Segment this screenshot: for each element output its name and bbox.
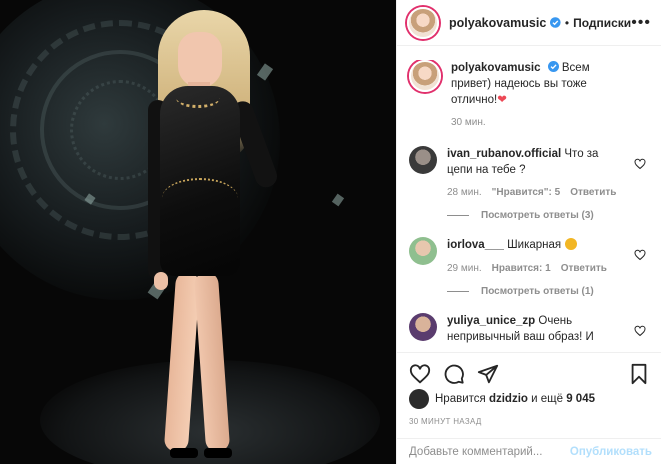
comments-list[interactable]: polyakovamusic Всем привет) надеюсь вы т… <box>397 60 661 352</box>
likes-prefix: Нравится <box>435 393 486 405</box>
liker-avatar[interactable] <box>409 389 429 409</box>
comment-item: iorlova___ Шикарная 29 мин. Нравится: 1 … <box>409 237 648 275</box>
heart-outline-icon[interactable] <box>634 249 646 261</box>
post-timestamp[interactable]: 30 МИНУТ НАЗАД <box>409 417 482 426</box>
caption-body: polyakovamusic Всем привет) надеюсь вы т… <box>451 60 629 130</box>
left-shoe <box>170 448 198 458</box>
commenter-avatar[interactable] <box>409 146 437 175</box>
stage-light <box>331 193 345 207</box>
red-heart-emoji: ❤ <box>497 94 507 107</box>
comment-time[interactable]: 29 мин. <box>447 262 482 276</box>
caption-meta: 30 мин. <box>451 116 629 130</box>
like-heart-icon[interactable] <box>409 363 431 385</box>
comment-likes[interactable]: Нравится: 1 <box>492 262 551 276</box>
left-hand <box>154 272 168 290</box>
comment-body: yuliya_unice_zp Очень непривычный ваш об… <box>447 313 625 345</box>
face <box>178 32 222 88</box>
view-replies-button[interactable]: Посмотреть ответы (1) <box>447 286 648 297</box>
comment-item: yuliya_unice_zp Очень непривычный ваш об… <box>409 312 648 345</box>
reply-button[interactable]: Ответить <box>570 186 616 200</box>
woman-figure <box>130 10 281 464</box>
right-leg <box>193 271 231 453</box>
likes-suffix: и ещё <box>531 393 563 405</box>
post-side-panel: polyakovamusic • Подписки ••• polyakovam… <box>396 0 661 464</box>
share-send-icon[interactable] <box>477 363 499 385</box>
commenter-avatar[interactable] <box>409 237 437 266</box>
likes-summary: Нравится dzidzio и ещё 9 045 <box>409 389 595 409</box>
comment-text: Шикарная <box>507 239 562 252</box>
author-username[interactable]: polyakovamusic <box>449 16 546 30</box>
comment-meta: 28 мин. "Нравится": 5 Ответить <box>447 186 625 200</box>
view-replies-button[interactable]: Посмотреть ответы (3) <box>447 210 648 221</box>
caption-username[interactable]: polyakovamusic <box>451 62 540 74</box>
heart-outline-icon[interactable] <box>634 158 646 170</box>
header-separator: • <box>564 15 570 30</box>
heart-eyes-emoji-icon <box>565 238 578 251</box>
right-shoe <box>204 448 232 458</box>
comment-body: iorlova___ Шикарная 29 мин. Нравится: 1 … <box>447 237 625 275</box>
liker-username[interactable]: dzidzio <box>489 393 528 405</box>
bookmark-icon[interactable] <box>628 363 650 385</box>
comment-item: ivan_rubanov.official Что за цепи на теб… <box>409 146 648 200</box>
comment-input[interactable] <box>409 445 570 458</box>
comment-body: ivan_rubanov.official Что за цепи на теб… <box>447 146 625 200</box>
following-button[interactable]: Подписки <box>573 16 631 30</box>
comment-likes[interactable]: "Нравится": 5 <box>492 186 561 200</box>
commenter-avatar[interactable] <box>409 312 437 341</box>
comment-bubble-icon[interactable] <box>443 363 465 385</box>
add-comment-bar: Опубликовать <box>397 438 661 464</box>
verified-badge-icon <box>547 61 559 72</box>
view-replies-label: Посмотреть ответы (1) <box>481 285 594 297</box>
comment-username[interactable]: yuliya_unice_zp <box>447 315 535 327</box>
post-photo[interactable] <box>0 0 396 464</box>
replies-line <box>447 290 469 292</box>
more-options-icon[interactable]: ••• <box>631 14 651 32</box>
publish-button[interactable]: Опубликовать <box>570 446 652 458</box>
heart-outline-icon[interactable] <box>634 325 646 337</box>
likes-count[interactable]: 9 045 <box>566 393 595 405</box>
necklace <box>176 88 220 108</box>
caption-avatar[interactable] <box>409 60 441 92</box>
replies-line <box>447 215 469 217</box>
caption-time[interactable]: 30 мин. <box>451 116 486 130</box>
verified-badge-icon <box>550 17 561 28</box>
comment-username[interactable]: ivan_rubanov.official <box>447 148 561 160</box>
comment-username[interactable]: iorlova___ <box>447 239 504 251</box>
caption: polyakovamusic Всем привет) надеюсь вы т… <box>409 60 648 130</box>
author-avatar[interactable] <box>407 6 439 39</box>
post-header: polyakovamusic • Подписки ••• <box>397 0 661 46</box>
comment-time[interactable]: 28 мин. <box>447 186 482 200</box>
view-replies-label: Посмотреть ответы (3) <box>481 210 594 222</box>
comment-meta: 29 мин. Нравится: 1 Ответить <box>447 262 625 276</box>
reply-button[interactable]: Ответить <box>561 262 607 276</box>
waist-chain <box>162 178 238 218</box>
post-actions <box>397 352 661 385</box>
